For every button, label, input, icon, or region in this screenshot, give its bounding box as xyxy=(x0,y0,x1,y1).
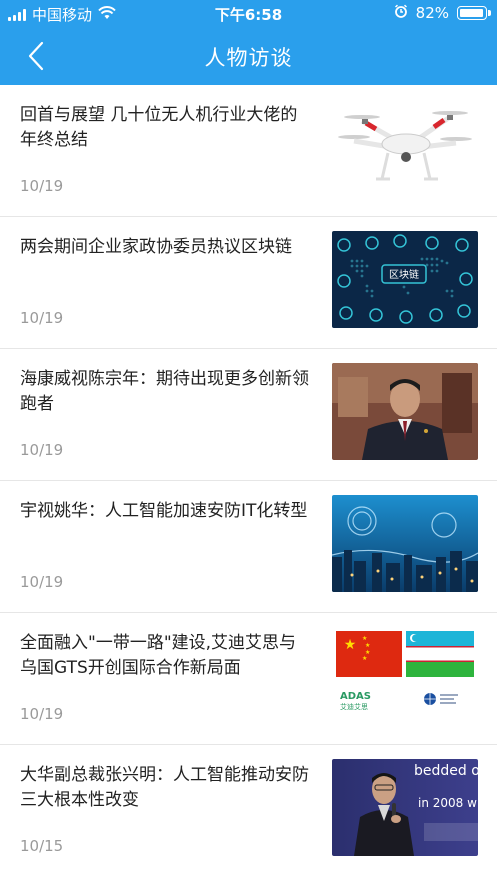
article-title: 宇视姚华：人工智能加速安防IT化转型 xyxy=(20,501,308,521)
svg-text:★: ★ xyxy=(365,642,370,649)
list-item[interactable]: 回首与展望 几十位无人机行业大佬的年终总结 10/19 xyxy=(0,85,497,217)
article-thumbnail-speaker: bedded ov in 2008 w xyxy=(332,759,478,856)
thumbnail-slide-subtext: in 2008 w xyxy=(418,796,477,810)
article-title: 全面融入"一带一路"建设,艾迪艾思与乌国GTS开创国际合作新局面 xyxy=(20,633,297,678)
alarm-icon xyxy=(394,4,408,22)
battery-icon xyxy=(457,6,491,20)
list-item[interactable]: 海康威视陈宗年：期待出现更多创新领跑者 10/19 xyxy=(0,349,497,481)
article-thumbnail-portrait xyxy=(332,363,478,460)
thumbnail-label: 区块链 xyxy=(389,268,419,281)
article-date: 10/19 xyxy=(20,573,64,591)
list-item[interactable]: 大华副总裁张兴明：人工智能推动安防三大根本性改变 10/15 bedded ov… xyxy=(0,745,497,877)
article-title: 大华副总裁张兴明：人工智能推动安防三大根本性改变 xyxy=(20,765,309,810)
svg-text:★: ★ xyxy=(362,655,367,662)
list-item[interactable]: 宇视姚华：人工智能加速安防IT化转型 10/19 xyxy=(0,481,497,613)
thumbnail-logo-text: ADAS xyxy=(340,691,371,702)
list-item[interactable]: 全面融入"一带一路"建设,艾迪艾思与乌国GTS开创国际合作新局面 10/19 ★… xyxy=(0,613,497,745)
article-thumbnail-drone xyxy=(332,99,478,196)
article-date: 10/19 xyxy=(20,705,64,723)
article-thumbnail-blockchain: 区块链 xyxy=(332,231,478,328)
page-title: 人物访谈 xyxy=(204,46,293,70)
article-date: 10/19 xyxy=(20,309,64,327)
article-date: 10/19 xyxy=(20,177,64,195)
svg-text:★: ★ xyxy=(344,637,357,653)
nav-bar: 人物访谈 xyxy=(0,28,497,85)
status-bar: 中国移动 下午6:58 82% xyxy=(0,0,497,28)
article-list: 回首与展望 几十位无人机行业大佬的年终总结 10/19 两会期间企业家政协委员热… xyxy=(0,85,497,877)
article-title: 两会期间企业家政协委员热议区块链 xyxy=(20,237,292,257)
thumbnail-logo-subtext: 艾迪艾思 xyxy=(340,702,368,711)
article-title: 回首与展望 几十位无人机行业大佬的年终总结 xyxy=(20,105,298,150)
list-item[interactable]: 两会期间企业家政协委员热议区块链 10/19 区块链 xyxy=(0,217,497,349)
app-header: 中国移动 下午6:58 82% 人物访谈 xyxy=(0,0,497,85)
battery-percent: 82% xyxy=(415,4,449,22)
article-title: 海康威视陈宗年：期待出现更多创新领跑者 xyxy=(20,369,309,414)
thumbnail-slide-text: bedded ov xyxy=(414,763,478,779)
article-date: 10/15 xyxy=(20,837,64,855)
article-thumbnail-flags: ★ ★ ★ ★ ★ ADAS 艾迪艾思 xyxy=(332,627,478,724)
article-thumbnail-smart-city xyxy=(332,495,478,592)
svg-text:★: ★ xyxy=(362,635,367,642)
article-date: 10/19 xyxy=(20,441,64,459)
